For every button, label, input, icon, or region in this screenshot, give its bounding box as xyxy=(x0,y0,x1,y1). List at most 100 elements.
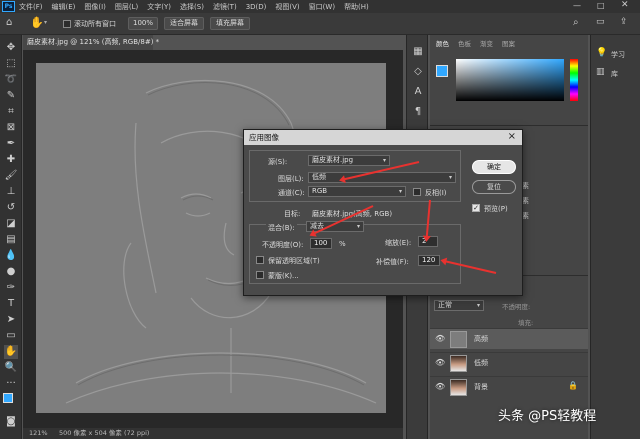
menu-image[interactable]: 图像(I) xyxy=(84,2,106,12)
eye-icon[interactable]: 👁 xyxy=(435,334,445,343)
fill-screen-button[interactable]: 填充屏幕 xyxy=(210,17,250,30)
fill-label: 填充: xyxy=(518,319,534,327)
dialog-title: 应用图像 × xyxy=(244,130,522,145)
property-label: 素 xyxy=(522,212,529,220)
preview-checkbox[interactable]: ✓ xyxy=(472,204,480,212)
tool-preset-chevron-icon[interactable]: ▾ xyxy=(44,19,47,26)
blur-tool-icon[interactable]: 💧 xyxy=(4,249,18,263)
tools-panel: ✥ ⬚ ➰ ✎ ⌗ ⊠ ✒ ✚ 🖌 ⊥ ↺ ◪ ▤ 💧 ● ✑ T ➤ ▭ ✋ … xyxy=(0,35,22,439)
marquee-tool-icon[interactable]: ⬚ xyxy=(4,57,18,71)
blending-label: 混合(B): xyxy=(266,223,297,233)
path-select-tool-icon[interactable]: ➤ xyxy=(4,313,18,327)
menu-layer[interactable]: 图层(L) xyxy=(115,2,138,12)
healing-brush-tool-icon[interactable]: ✚ xyxy=(4,153,18,167)
menu-window[interactable]: 窗口(W) xyxy=(309,2,335,12)
zoom-tool-icon[interactable]: 🔍 xyxy=(4,361,18,375)
opacity-unit: % xyxy=(339,240,346,248)
tab-color[interactable]: 颜色 xyxy=(436,38,449,50)
channel-select[interactable]: RGB ▾ xyxy=(308,186,406,197)
library-icon: ▥ xyxy=(596,67,605,77)
library-label[interactable]: 库 xyxy=(611,69,618,79)
ok-button[interactable]: 确定 xyxy=(472,160,516,174)
reset-button[interactable]: 复位 xyxy=(472,180,516,194)
mask-checkbox[interactable] xyxy=(256,271,264,279)
crop-tool-icon[interactable]: ⌗ xyxy=(4,105,18,119)
blend-mode-select[interactable]: 正常 ▾ xyxy=(434,300,484,311)
foreground-color-swatch[interactable] xyxy=(436,65,448,77)
close-icon[interactable]: ✕ xyxy=(621,0,629,10)
type-tool-icon[interactable]: T xyxy=(4,297,18,311)
minimize-icon[interactable]: — xyxy=(573,1,581,10)
eyedropper-tool-icon[interactable]: ✒ xyxy=(4,137,18,151)
frame-tool-icon[interactable]: ⊠ xyxy=(4,121,18,135)
maximize-icon[interactable]: □ xyxy=(597,1,605,10)
menu-select[interactable]: 选择(S) xyxy=(180,2,204,12)
invert-label: 反相(I) xyxy=(425,189,447,197)
eraser-tool-icon[interactable]: ◪ xyxy=(4,217,18,231)
tab-gradients[interactable]: 渐变 xyxy=(480,38,493,50)
menu-filter[interactable]: 滤镜(T) xyxy=(213,2,237,12)
preserve-transparency-checkbox[interactable] xyxy=(256,256,264,264)
history-brush-tool-icon[interactable]: ↺ xyxy=(4,201,18,215)
zoom-level[interactable]: 121% xyxy=(29,428,48,439)
learn-label[interactable]: 学习 xyxy=(611,50,625,60)
layer-row-high-frequency[interactable]: 👁 高频 xyxy=(430,328,588,349)
opacity-input[interactable]: 100 xyxy=(310,238,332,249)
opacity-label: 不透明度(O): xyxy=(262,241,304,249)
search-icon[interactable]: ⌕ xyxy=(573,17,579,28)
color-panel: 颜色 色板 渐变 图案 xyxy=(430,35,588,125)
document-tab[interactable]: 磨皮素材.jpg @ 121% (高频, RGB/8#) * xyxy=(23,35,159,50)
color-picker-field[interactable] xyxy=(456,59,564,101)
layer-row-low-frequency[interactable]: 👁 低频 xyxy=(430,352,588,373)
shape-tool-icon[interactable]: ▭ xyxy=(4,329,18,343)
mask-label: 蒙版(K)... xyxy=(268,272,299,280)
brush-settings-icon[interactable]: ◇ xyxy=(411,65,425,79)
layer-select[interactable]: 低频 ▾ xyxy=(308,172,456,183)
fit-screen-button[interactable]: 适合屏幕 xyxy=(164,17,204,30)
lightbulb-icon: 💡 xyxy=(596,48,608,58)
apply-image-dialog: 应用图像 × 源(S): 磨皮素材.jpg ▾ 图层(L): 低频 ▾ 通道(C):… xyxy=(243,129,523,296)
menu-3d[interactable]: 3D(D) xyxy=(246,3,267,11)
source-select[interactable]: 磨皮素材.jpg ▾ xyxy=(308,155,390,166)
workspace-icon[interactable]: ▭ xyxy=(596,17,605,27)
property-label: 素 xyxy=(522,182,529,190)
paragraph-panel-icon[interactable]: ¶ xyxy=(411,105,425,119)
zoom-100-button[interactable]: 100% xyxy=(128,17,158,30)
gradient-tool-icon[interactable]: ▤ xyxy=(4,233,18,247)
learn-panel: 💡 学习 ▥ 库 xyxy=(590,35,640,439)
scroll-all-checkbox[interactable] xyxy=(63,20,71,28)
clone-stamp-tool-icon[interactable]: ⊥ xyxy=(4,185,18,199)
quick-select-tool-icon[interactable]: ✎ xyxy=(4,89,18,103)
source-label: 源(S): xyxy=(268,158,288,166)
brush-tool-icon[interactable]: 🖌 xyxy=(4,169,18,183)
layer-thumbnail xyxy=(450,331,467,348)
hue-slider[interactable] xyxy=(570,59,578,101)
invert-checkbox[interactable] xyxy=(413,188,421,196)
menu-view[interactable]: 视图(V) xyxy=(275,2,299,12)
tab-patterns[interactable]: 图案 xyxy=(502,38,515,50)
dodge-tool-icon[interactable]: ● xyxy=(4,265,18,279)
layer-row-background[interactable]: 👁 背景 🔒 xyxy=(430,376,588,397)
history-panel-icon[interactable]: ▦ xyxy=(411,45,425,59)
menu-file[interactable]: 文件(F) xyxy=(19,2,43,12)
close-icon[interactable]: × xyxy=(508,131,516,143)
share-icon[interactable]: ⇪ xyxy=(620,17,628,27)
lasso-tool-icon[interactable]: ➰ xyxy=(4,73,18,87)
menu-edit[interactable]: 编辑(E) xyxy=(52,2,76,12)
menu-help[interactable]: 帮助(H) xyxy=(344,2,369,12)
tab-swatches[interactable]: 色板 xyxy=(458,38,471,50)
eye-icon[interactable]: 👁 xyxy=(435,382,445,391)
foreground-color-swatch[interactable] xyxy=(3,393,13,403)
home-icon[interactable]: ⌂ xyxy=(6,17,12,28)
layer-thumbnail xyxy=(450,379,467,396)
pen-tool-icon[interactable]: ✑ xyxy=(4,281,18,295)
document-size[interactable]: 500 像素 x 504 像素 (72 ppi) xyxy=(59,428,149,439)
eye-icon[interactable]: 👁 xyxy=(435,358,445,367)
menu-type[interactable]: 文字(Y) xyxy=(147,2,171,12)
offset-input[interactable]: 120 xyxy=(418,255,440,266)
move-tool-icon[interactable]: ✥ xyxy=(4,41,18,55)
hand-tool-icon[interactable]: ✋ xyxy=(4,345,18,359)
quick-mask-icon[interactable]: ◙ xyxy=(4,415,18,429)
character-panel-icon[interactable]: A xyxy=(411,85,425,99)
more-tools-icon[interactable]: ··· xyxy=(4,377,18,391)
